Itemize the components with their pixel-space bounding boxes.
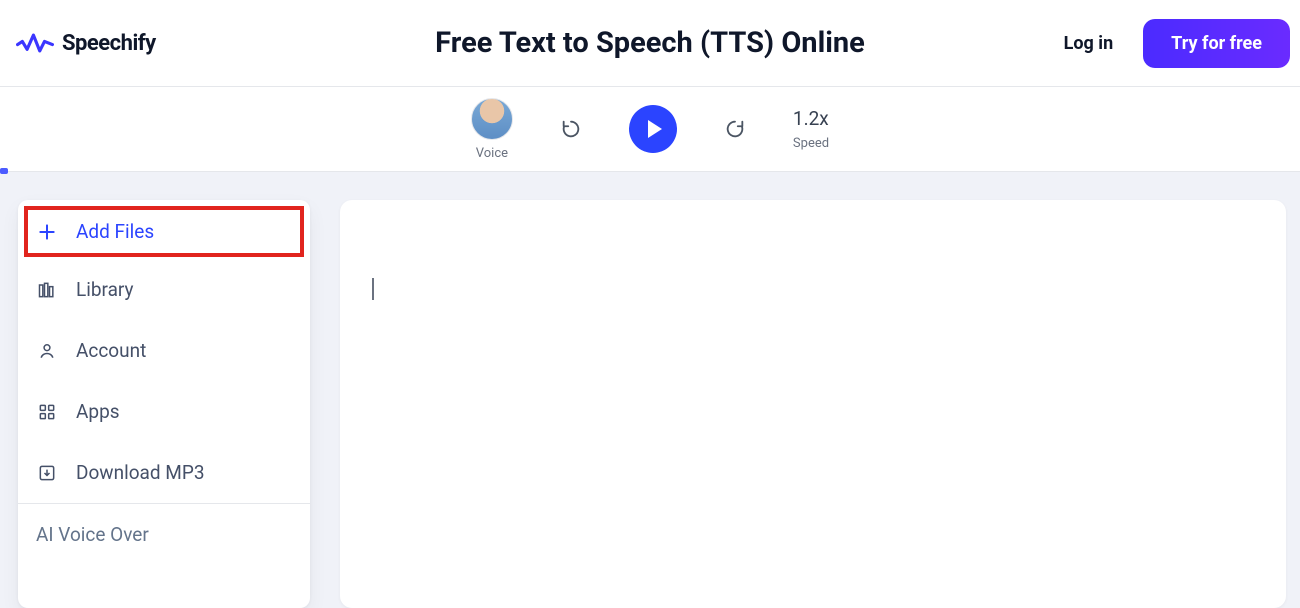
sidebar-item-apps[interactable]: Apps <box>18 381 310 442</box>
play-icon <box>648 120 662 138</box>
sidebar-item-account[interactable]: Account <box>18 320 310 381</box>
sidebar-item-label: Account <box>76 339 146 362</box>
forward-icon <box>724 118 746 140</box>
player-toolbar: Voice 1.2x Speed <box>0 87 1300 172</box>
apps-icon <box>36 401 58 423</box>
plus-icon <box>36 221 58 243</box>
sidebar-item-label: Download MP3 <box>76 461 205 484</box>
sidebar-item-label: AI Voice Over <box>36 523 149 546</box>
try-free-button[interactable]: Try for free <box>1143 19 1290 68</box>
skip-forward-button[interactable] <box>723 117 747 141</box>
brand-logo[interactable]: Speechify <box>16 29 156 57</box>
progress-indicator <box>0 168 8 174</box>
voice-avatar-icon <box>471 98 513 140</box>
speechify-logo-icon <box>16 29 54 57</box>
workspace: Add Files Library Account <box>0 172 1300 608</box>
sidebar-item-download-mp3[interactable]: Download MP3 <box>18 442 310 503</box>
sidebar-item-label: Library <box>76 278 134 301</box>
sidebar-item-label: Apps <box>76 400 120 423</box>
rewind-icon <box>560 118 582 140</box>
brand-name: Speechify <box>62 31 156 56</box>
sidebar-item-label: Add Files <box>76 220 154 243</box>
app-header: Speechify Free Text to Speech (TTS) Onli… <box>0 0 1300 87</box>
text-cursor <box>372 278 374 300</box>
voice-selector[interactable]: Voice <box>471 98 513 161</box>
text-editor[interactable] <box>340 200 1286 608</box>
library-icon <box>36 279 58 301</box>
download-icon <box>36 462 58 484</box>
account-icon <box>36 340 58 362</box>
play-button[interactable] <box>629 105 677 153</box>
sidebar-item-ai-voice-over[interactable]: AI Voice Over <box>18 504 310 565</box>
speed-label: Speed <box>793 136 829 151</box>
speed-control[interactable]: 1.2x Speed <box>793 107 829 151</box>
sidebar-item-add-files[interactable]: Add Files <box>22 204 306 259</box>
login-link[interactable]: Log in <box>1064 33 1114 54</box>
page-title: Free Text to Speech (TTS) Online <box>435 26 865 60</box>
speed-value: 1.2x <box>793 107 829 130</box>
skip-back-button[interactable] <box>559 117 583 141</box>
sidebar-item-library[interactable]: Library <box>18 259 310 320</box>
header-actions: Log in Try for free <box>1064 19 1290 68</box>
voice-label: Voice <box>476 146 508 161</box>
sidebar: Add Files Library Account <box>18 200 310 608</box>
